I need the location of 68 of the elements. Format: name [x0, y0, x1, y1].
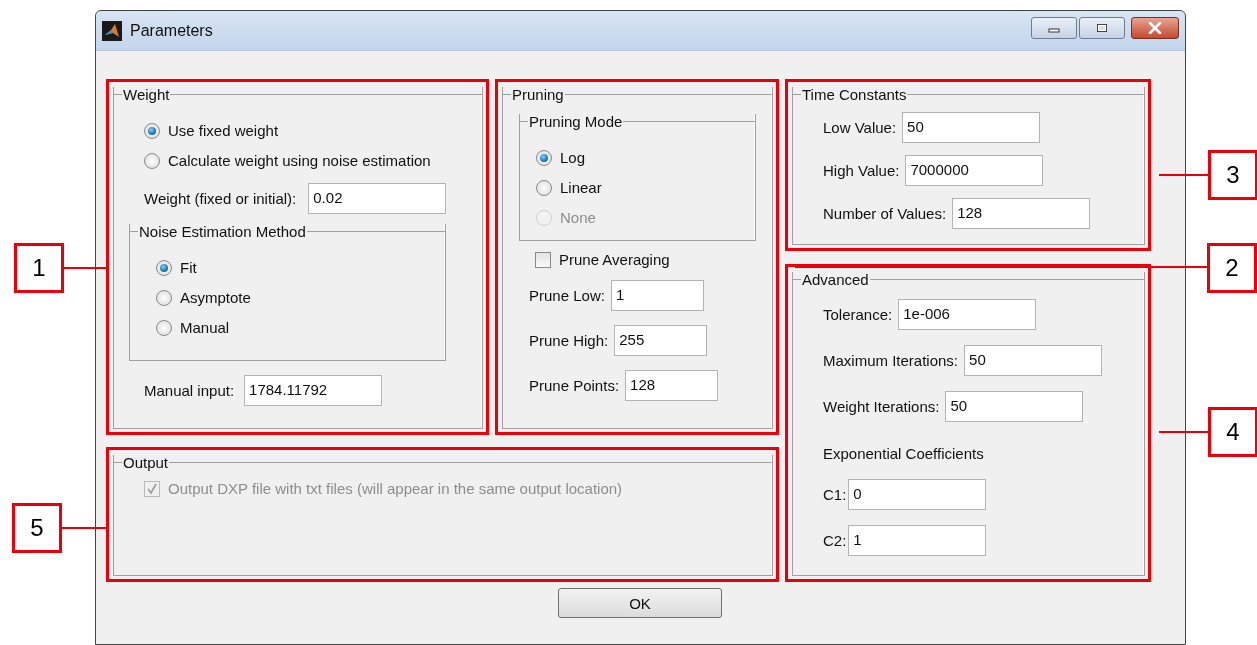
checkbox[interactable]: [535, 251, 551, 268]
callout-number: 5: [12, 503, 62, 553]
text-field[interactable]: 128: [952, 198, 1091, 229]
field-label: Manual input:: [144, 382, 235, 399]
text-field[interactable]: 1e-006: [898, 299, 1037, 330]
radio-button[interactable]: [156, 319, 172, 336]
checkbox-label: Output DXP file with txt files (will appear in the same output location): [168, 480, 623, 497]
checkmark-icon: [146, 482, 158, 495]
radio-label: Manual: [180, 319, 230, 336]
field-label: C1:: [823, 486, 847, 503]
text-field[interactable]: 1784.11792: [244, 375, 383, 406]
minimize-button[interactable]: [1031, 17, 1077, 39]
text-field[interactable]: 255: [614, 325, 708, 356]
text-field[interactable]: 50: [945, 391, 1084, 422]
text-field[interactable]: 50: [902, 112, 1041, 143]
radio-label: Linear: [560, 179, 602, 196]
checkbox-label: Prune Averaging: [559, 251, 670, 268]
group-title: Pruning: [511, 85, 565, 103]
field-label: Prune Points:: [529, 377, 620, 394]
text-field[interactable]: 0: [848, 479, 987, 510]
callout-number: 1: [14, 243, 64, 293]
restore-icon: [1096, 23, 1108, 33]
radio-button[interactable]: [156, 259, 172, 276]
radio-label: Use fixed weight: [168, 122, 279, 139]
field-label: Number of Values:: [823, 205, 947, 222]
radio-button[interactable]: [156, 289, 172, 306]
group-title: Advanced: [801, 270, 870, 288]
text-field[interactable]: 50: [964, 345, 1103, 376]
field-label: Maximum Iterations:: [823, 352, 959, 369]
window-title: Parameters: [130, 21, 214, 40]
text-field[interactable]: 0.02: [308, 183, 447, 214]
section-heading: Exponential Coefficients: [823, 445, 985, 462]
field-label: Prune Low:: [529, 287, 605, 304]
radio-label: Calculate weight using noise estimation: [168, 152, 431, 169]
app-logo-icon: [102, 20, 122, 41]
leader-line: [1159, 431, 1208, 433]
radio-label: Asymptote: [180, 289, 251, 306]
close-button[interactable]: [1131, 17, 1179, 39]
callout-number: 2: [1207, 243, 1257, 293]
radio-button[interactable]: [144, 152, 160, 169]
text-field[interactable]: 7000000: [905, 155, 1044, 186]
radio-label: Log: [560, 149, 586, 166]
radio-label: Fit: [180, 259, 197, 276]
close-icon: [1148, 22, 1162, 34]
field-label: High Value:: [823, 162, 900, 179]
field-label: C2:: [823, 532, 847, 549]
field-label: Prune High:: [529, 332, 609, 349]
radio-button[interactable]: [536, 149, 552, 166]
text-field[interactable]: 1: [848, 525, 987, 556]
group-title: Pruning Mode: [528, 112, 624, 130]
radio-button[interactable]: [144, 122, 160, 139]
group-title: Noise Estimation Method: [138, 222, 307, 240]
field-label: Weight Iterations:: [823, 398, 940, 415]
group-title: Time Constants: [801, 85, 908, 103]
field-label: Tolerance:: [823, 306, 893, 323]
callout-number: 3: [1208, 150, 1257, 200]
restore-button[interactable]: [1079, 17, 1125, 39]
text-field[interactable]: 128: [625, 370, 719, 401]
text-field[interactable]: 1: [610, 280, 704, 311]
radio-label: None: [560, 209, 596, 226]
callout-number: 4: [1208, 407, 1257, 457]
leader-line: [1159, 174, 1208, 176]
group-title: Weight: [122, 85, 171, 103]
ok-button[interactable]: OK: [558, 588, 722, 618]
radio-button[interactable]: [536, 179, 552, 196]
field-label: Low Value:: [823, 119, 897, 136]
group-title: Output: [122, 453, 170, 471]
field-label: Weight (fixed or initial):: [144, 190, 297, 207]
